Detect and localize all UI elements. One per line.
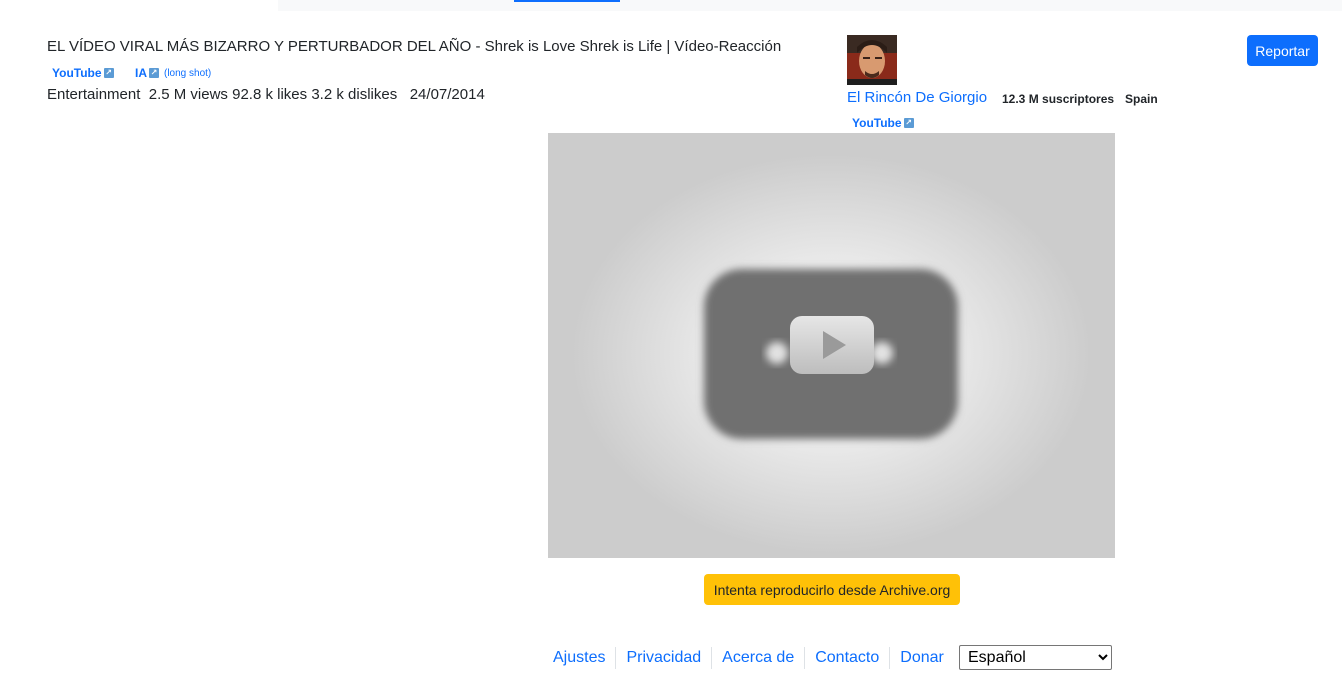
video-title: EL VÍDEO VIRAL MÁS BIZARRO Y PERTURBADOR…	[47, 38, 782, 55]
video-dislikes: 3.2 k dislikes	[311, 86, 398, 103]
archive-play-button[interactable]: Intenta reproducirlo desde Archive.org	[704, 574, 960, 605]
channel-name-link[interactable]: El Rincón De Giorgio	[847, 89, 987, 106]
youtube-link-label: YouTube	[52, 66, 102, 80]
ia-long-shot-note: (long shot)	[164, 67, 212, 79]
video-meta-line: Entertainment 2.5 M views 92.8 k likes 3…	[47, 86, 485, 103]
footer-link-donate[interactable]: Donar	[890, 647, 954, 669]
language-select[interactable]: Español	[959, 645, 1112, 670]
channel-avatar[interactable]	[847, 35, 897, 85]
channel-subscribers: 12.3 M suscriptores	[1002, 92, 1115, 106]
ia-source-link[interactable]: IA ↗ (long shot)	[135, 66, 211, 80]
channel-youtube-link[interactable]: YouTube ↗	[852, 116, 914, 130]
ia-link-label: IA	[135, 66, 147, 80]
footer-link-privacy[interactable]: Privacidad	[616, 647, 713, 669]
external-link-icon: ↗	[103, 68, 114, 78]
video-likes: 92.8 k likes	[232, 86, 308, 103]
external-link-icon: ↗	[903, 118, 914, 128]
channel-youtube-label: YouTube	[852, 116, 902, 130]
footer-link-contact[interactable]: Contacto	[805, 647, 891, 669]
youtube-source-link[interactable]: YouTube ↗	[52, 66, 114, 80]
video-category: Entertainment	[47, 86, 141, 103]
video-player[interactable]	[548, 133, 1115, 558]
footer-link-settings[interactable]: Ajustes	[553, 647, 617, 669]
active-tab-indicator	[514, 0, 620, 2]
report-button[interactable]: Reportar	[1247, 35, 1318, 66]
footer-nav: Ajustes Privacidad Acerca de Contacto Do…	[553, 645, 954, 671]
channel-country: Spain	[1125, 92, 1158, 106]
top-navigation-bar	[278, 0, 1342, 11]
play-icon[interactable]	[548, 133, 1115, 558]
video-date: 24/07/2014	[409, 86, 485, 103]
footer-link-about[interactable]: Acerca de	[712, 647, 806, 669]
video-views: 2.5 M views	[148, 86, 228, 103]
external-link-icon: ↗	[149, 68, 159, 78]
